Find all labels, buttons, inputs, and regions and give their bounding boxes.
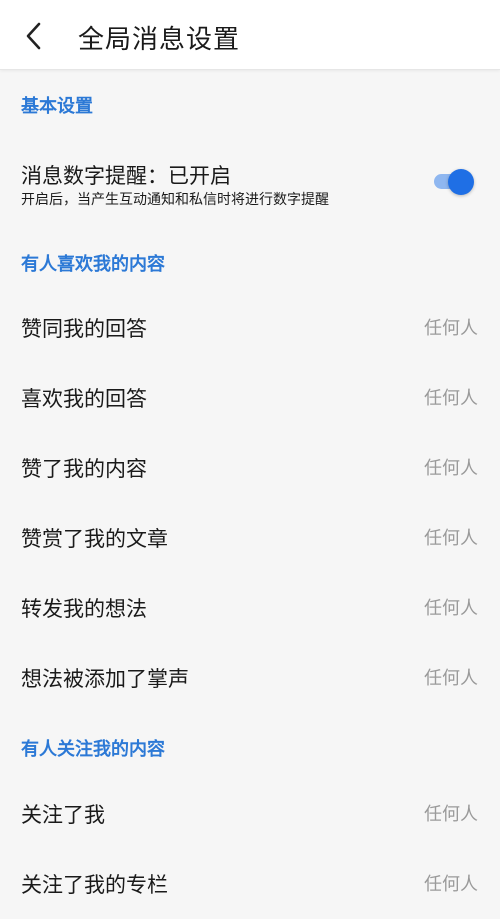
number-reminder-description: 开启后，当产生互动通知和私信时将进行数字提醒	[21, 192, 329, 208]
row-label: 赞同我的回答	[21, 317, 147, 341]
list-item-reward-article[interactable]: 赞赏了我的文章 任何人	[0, 503, 500, 573]
page-title: 全局消息设置	[78, 25, 241, 55]
row-value: 任何人	[424, 874, 478, 895]
back-button[interactable]	[14, 16, 54, 56]
row-value: 任何人	[424, 318, 478, 339]
section-header-follows: 有人关注我的内容	[21, 739, 165, 760]
row-label: 转发我的想法	[21, 597, 147, 621]
row-value: 任何人	[424, 388, 478, 409]
number-reminder-switch[interactable]	[434, 169, 476, 195]
list-item-like-answer[interactable]: 喜欢我的回答 任何人	[0, 363, 500, 433]
list-item-like-content[interactable]: 赞了我的内容 任何人	[0, 433, 500, 503]
list-item-repost-thought[interactable]: 转发我的想法 任何人	[0, 573, 500, 643]
list-item-follow-me[interactable]: 关注了我 任何人	[0, 779, 500, 849]
row-value: 任何人	[424, 598, 478, 619]
row-value: 任何人	[424, 804, 478, 825]
row-value: 任何人	[424, 458, 478, 479]
row-value: 任何人	[424, 668, 478, 689]
list-item-follow-column[interactable]: 关注了我的专栏 任何人	[0, 849, 500, 919]
list-item-approve-answer[interactable]: 赞同我的回答 任何人	[0, 293, 500, 363]
number-reminder-setting[interactable]: 消息数字提醒：已开启 开启后，当产生互动通知和私信时将进行数字提醒	[0, 140, 500, 220]
row-label: 喜欢我的回答	[21, 387, 147, 411]
row-label: 关注了我的专栏	[21, 873, 168, 897]
number-reminder-title: 消息数字提醒：已开启	[21, 164, 231, 188]
row-value: 任何人	[424, 528, 478, 549]
switch-knob	[448, 169, 474, 195]
chevron-left-icon	[26, 22, 41, 50]
row-label: 赞了我的内容	[21, 457, 147, 481]
list-item-thought-applause[interactable]: 想法被添加了掌声 任何人	[0, 643, 500, 713]
section-header-likes: 有人喜欢我的内容	[21, 254, 165, 275]
row-label: 赞赏了我的文章	[21, 527, 168, 551]
section-header-basic: 基本设置	[21, 96, 93, 117]
row-label: 想法被添加了掌声	[21, 667, 189, 691]
row-label: 关注了我	[21, 803, 105, 827]
app-bar: 全局消息设置	[0, 0, 500, 70]
